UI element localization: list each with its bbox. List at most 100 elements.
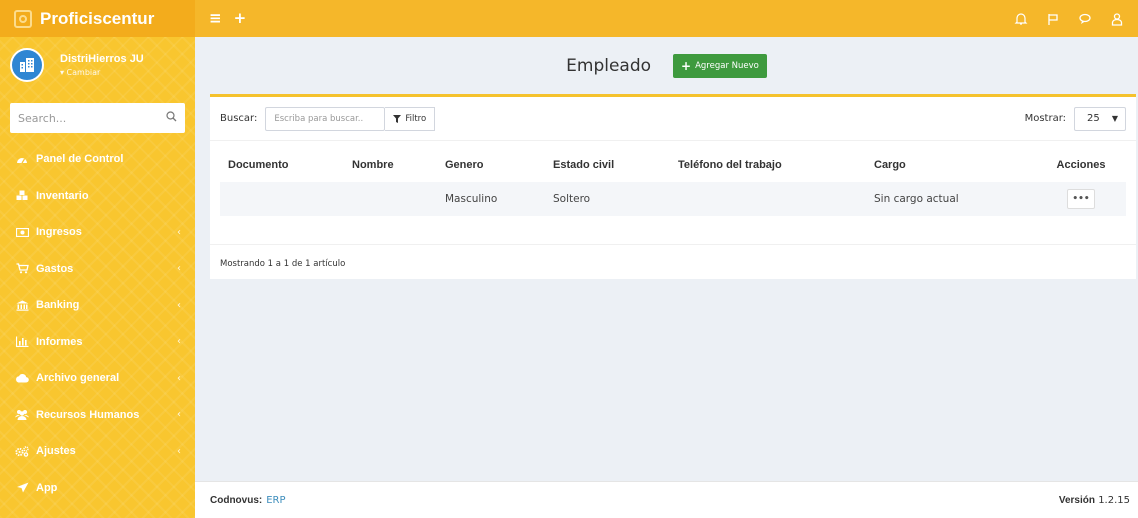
- main-content: Empleado + Agregar Nuevo Buscar: Filtro …: [195, 37, 1138, 481]
- plus-icon[interactable]: +: [234, 11, 247, 26]
- change-company-link[interactable]: ▾ Cambiar: [60, 68, 144, 77]
- sidebar-item-banking[interactable]: Banking ‹: [0, 287, 195, 324]
- page-header: Empleado + Agregar Nuevo: [195, 37, 1138, 95]
- cart-icon: [14, 263, 30, 274]
- sidebar-item-label: Archivo general: [36, 372, 120, 385]
- sidebar-item-label: Informes: [36, 335, 83, 348]
- chevron-left-icon: ‹: [177, 409, 181, 421]
- sidebar-item-panel-de-control[interactable]: Panel de Control: [0, 141, 195, 178]
- sidebar-item-label: Banking: [36, 299, 80, 312]
- chevron-left-icon: ‹: [177, 226, 181, 238]
- sidebar-item-inventario[interactable]: Inventario: [0, 178, 195, 215]
- cell-estado-civil: Soltero: [545, 182, 670, 216]
- brand[interactable]: Proficiscentur: [0, 0, 195, 37]
- building-icon: [20, 58, 34, 72]
- cubes-icon: [14, 190, 30, 201]
- chevron-left-icon: ‹: [177, 336, 181, 348]
- sidebar-item-label: Recursos Humanos: [36, 408, 140, 421]
- sidebar-item-label: Panel de Control: [36, 153, 124, 166]
- sidebar-search: [10, 103, 185, 133]
- sidebar-item-ingresos[interactable]: Ingresos ‹: [0, 214, 195, 251]
- row-actions-button[interactable]: •••: [1067, 189, 1095, 209]
- dashboard-icon: [14, 154, 30, 164]
- sidebar-item-informes[interactable]: Informes ‹: [0, 324, 195, 361]
- search-label: Buscar:: [220, 113, 258, 124]
- cell-nombre: [344, 182, 437, 216]
- sidebar-item-label: Ingresos: [36, 226, 82, 239]
- sidebar-item-label: Inventario: [36, 189, 89, 202]
- sidebar-item-gastos[interactable]: Gastos ‹: [0, 251, 195, 288]
- app-name: Proficiscentur: [40, 8, 155, 28]
- bank-icon: [14, 300, 30, 311]
- sidebar-item-label: Gastos: [36, 262, 74, 275]
- footer-brand: Codnovus:: [210, 494, 263, 506]
- sidebar-item-app[interactable]: App: [0, 470, 195, 507]
- top-navbar: Proficiscentur ≡ +: [0, 0, 1138, 37]
- money-icon: [14, 227, 30, 237]
- col-header-telefono[interactable]: Teléfono del trabajo: [670, 147, 866, 182]
- sidebar-item-archivo-general[interactable]: Archivo general ‹: [0, 360, 195, 397]
- sidebar-item-ajustes[interactable]: Ajustes ‹: [0, 433, 195, 470]
- page-title: Empleado: [566, 56, 652, 76]
- sidebar-item-label: App: [36, 481, 58, 494]
- cell-cargo: Sin cargo actual: [866, 182, 1036, 216]
- users-icon: [14, 409, 30, 421]
- page-size-select[interactable]: 25 ▼: [1074, 106, 1126, 131]
- chevron-left-icon: ‹: [177, 445, 181, 457]
- bell-icon[interactable]: [1014, 12, 1028, 26]
- cloud-icon: [14, 373, 30, 383]
- cell-telefono: [670, 182, 866, 216]
- footer-version: Versión 1.2.15: [1059, 495, 1130, 506]
- cell-genero: Masculino: [437, 182, 545, 216]
- table-row: Masculino Soltero Sin cargo actual •••: [220, 182, 1126, 216]
- filter-icon: [393, 114, 402, 123]
- caret-down-icon: ▼: [1111, 114, 1118, 123]
- filter-label: Filtro: [405, 113, 427, 124]
- col-header-cargo[interactable]: Cargo: [866, 147, 1036, 182]
- version-label: Versión: [1058, 494, 1095, 506]
- col-header-documento[interactable]: Documento: [220, 147, 344, 182]
- page-size-control: Mostrar: 25 ▼: [1024, 106, 1126, 131]
- chart-icon: [14, 336, 30, 348]
- company-name: DistriHierros JU: [60, 53, 144, 65]
- version-number: 1.2.15: [1098, 494, 1130, 506]
- company-avatar: [10, 48, 44, 82]
- cell-acciones: •••: [1036, 182, 1126, 216]
- table-toolbar: Buscar: Filtro Mostrar: 25 ▼: [210, 97, 1136, 141]
- col-header-acciones: Acciones: [1056, 158, 1106, 171]
- user-icon[interactable]: [1110, 12, 1124, 26]
- add-new-label: Agregar Nuevo: [695, 61, 759, 71]
- chat-icon[interactable]: [1078, 12, 1092, 26]
- chevron-left-icon: ‹: [177, 263, 181, 275]
- col-header-estado-civil[interactable]: Estado civil: [545, 147, 670, 182]
- user-panel: DistriHierros JU ▾ Cambiar: [0, 37, 195, 93]
- sidebar-search-input[interactable]: [18, 111, 166, 125]
- employee-list-box: Buscar: Filtro Mostrar: 25 ▼ Documento N…: [210, 94, 1136, 279]
- sidebar: DistriHierros JU ▾ Cambiar Panel de Cont…: [0, 37, 195, 518]
- footer-erp-link[interactable]: ERP: [266, 495, 285, 506]
- chevron-left-icon: ‹: [177, 372, 181, 384]
- table-footer: Mostrando 1 a 1 de 1 artículo: [210, 244, 1136, 282]
- cogs-icon: [14, 446, 30, 457]
- page-footer: Codnovus: ERP Versión 1.2.15: [195, 481, 1138, 518]
- cell-documento: [220, 182, 344, 216]
- search-icon[interactable]: [166, 111, 177, 125]
- pagination-summary: Mostrando 1 a 1 de 1 artículo: [220, 258, 346, 269]
- filter-button[interactable]: Filtro: [385, 106, 436, 131]
- table-search-input[interactable]: [265, 106, 386, 131]
- logo-icon: [14, 9, 32, 28]
- sidebar-item-label: Ajustes: [36, 445, 76, 458]
- col-header-genero[interactable]: Genero: [437, 147, 545, 182]
- add-new-button[interactable]: + Agregar Nuevo: [673, 54, 767, 78]
- page-size-value: 25: [1087, 113, 1100, 124]
- flag-icon[interactable]: [1046, 12, 1060, 26]
- chevron-left-icon: ‹: [177, 299, 181, 311]
- employee-table: Documento Nombre Genero Estado civil Tel…: [220, 147, 1126, 216]
- show-label: Mostrar:: [1024, 113, 1066, 124]
- rocket-icon: [14, 482, 30, 493]
- table-header-row: Documento Nombre Genero Estado civil Tel…: [220, 147, 1126, 182]
- menu-icon[interactable]: ≡: [209, 11, 222, 26]
- sidebar-item-recursos-humanos[interactable]: Recursos Humanos ‹: [0, 397, 195, 434]
- col-header-nombre[interactable]: Nombre: [344, 147, 437, 182]
- plus-icon: +: [681, 59, 692, 73]
